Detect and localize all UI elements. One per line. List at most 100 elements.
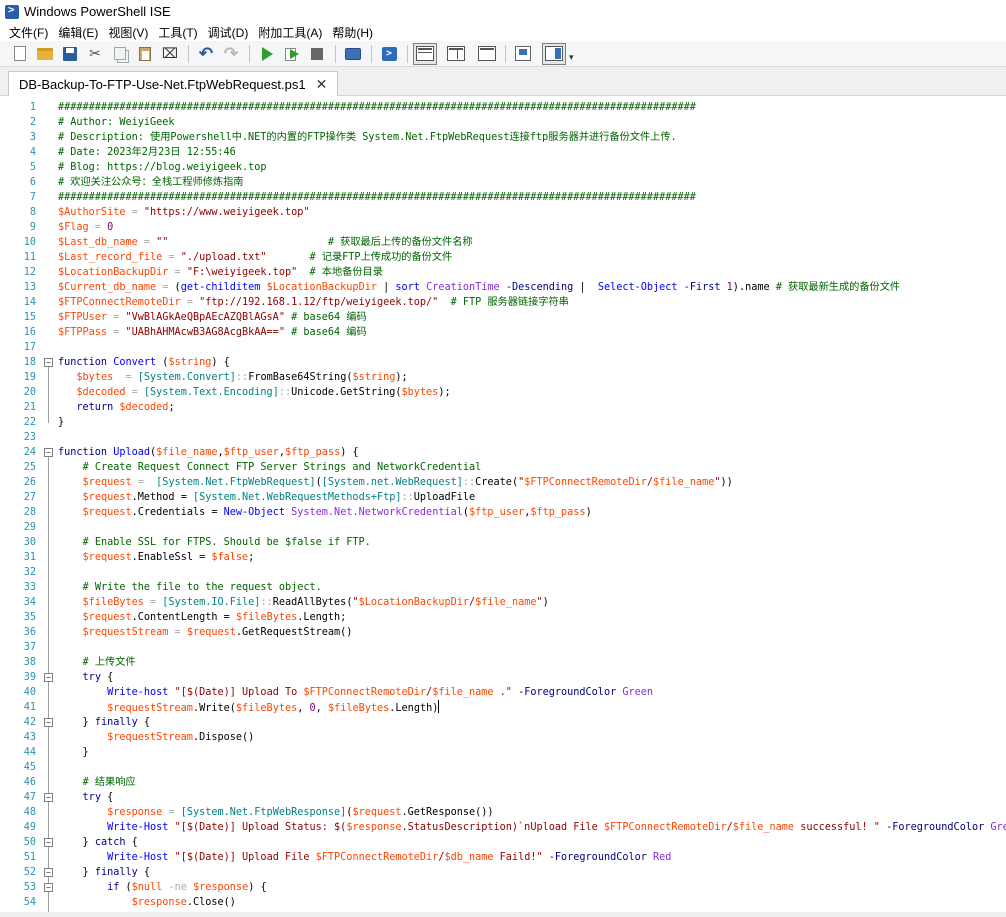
code-token: $AuthorSite [58, 207, 126, 218]
code-line[interactable]: 4 # Date: 2023年2月23日 12:55:46 [0, 145, 1006, 160]
cut-button[interactable]: ✂ [83, 43, 107, 65]
code-line[interactable]: 35 $request.ContentLength = $fileBytes.L… [0, 610, 1006, 625]
menu-edit[interactable]: 编辑(E) [53, 24, 103, 41]
code-line[interactable]: 37 [0, 640, 1006, 655]
code-line[interactable]: 34 $fileBytes = [System.IO.File]::ReadAl… [0, 595, 1006, 610]
save-button[interactable] [58, 43, 82, 65]
fold-toggle-icon[interactable]: − [44, 673, 53, 682]
menu-addons[interactable]: 附加工具(A) [253, 24, 327, 41]
code-line[interactable]: 40 Write-host "[$(Date)] Upload To $FTPC… [0, 685, 1006, 700]
fold-toggle-icon[interactable]: − [44, 358, 53, 367]
code-line[interactable]: 26 $request = [System.Net.FtpWebRequest]… [0, 475, 1006, 490]
code-line[interactable]: 2 # Author: WeiyiGeek [0, 115, 1006, 130]
code-line[interactable]: 47− try { [0, 790, 1006, 805]
undo-button[interactable]: ↶ [194, 43, 218, 65]
code-line[interactable]: 1 #######################################… [0, 100, 1006, 115]
layout-right-button[interactable] [444, 43, 468, 65]
tab-script[interactable]: DB-Backup-To-FTP-Use-Net.FtpWebRequest.p… [8, 71, 339, 97]
copy-button[interactable] [108, 43, 132, 65]
menu-file[interactable]: 文件(F) [4, 24, 53, 41]
code-line[interactable]: 24− function Upload($file_name,$ftp_user,… [0, 445, 1006, 460]
clear-console-button[interactable]: ⌧ [158, 43, 182, 65]
code-line[interactable]: 3 # Description: 使用Powershell中.NET的内置的FTP… [0, 130, 1006, 145]
code-line[interactable]: 22} [0, 415, 1006, 430]
code-line[interactable]: 46 # 结果响应 [0, 775, 1006, 790]
code-line[interactable]: 54 $response.Close() [0, 895, 1006, 910]
code-line[interactable]: 17 [0, 340, 1006, 355]
horizontal-scrollbar[interactable] [0, 912, 1006, 917]
redo-button[interactable]: ↷ [219, 43, 243, 65]
code-line[interactable]: 42− } finally { [0, 715, 1006, 730]
code-line[interactable]: 43 $requestStream.Dispose() [0, 730, 1006, 745]
line-number: 15 [23, 312, 36, 323]
menu-debug[interactable]: 调试(D) [203, 24, 254, 41]
toolbar-overflow-icon[interactable]: ▾ [569, 52, 574, 63]
code-line[interactable]: 32 [0, 565, 1006, 580]
fold-toggle-icon[interactable]: − [44, 868, 53, 877]
code-line[interactable]: 18− function Convert ($string) { [0, 355, 1006, 370]
code-line[interactable]: 52− } finally { [0, 865, 1006, 880]
code-line[interactable]: 12 $LocationBackupDir = "F:\weiyigeek.top… [0, 265, 1006, 280]
code-line[interactable]: 9 $Flag = 0 [0, 220, 1006, 235]
code-line[interactable]: 20 $decoded = [System.Text.Encoding]::Un… [0, 385, 1006, 400]
fold-toggle-icon[interactable]: − [44, 793, 53, 802]
code-line[interactable]: 48 $response = [System.Net.FtpWebRespons… [0, 805, 1006, 820]
show-snippets-button[interactable] [511, 43, 535, 65]
code-line[interactable]: 23 [0, 430, 1006, 445]
menu-view[interactable]: 视图(V) [103, 24, 153, 41]
code-line[interactable]: 21 return $decoded; [0, 400, 1006, 415]
stop-button[interactable] [305, 43, 329, 65]
menu-tools[interactable]: 工具(T) [153, 24, 202, 41]
code-line[interactable]: 51 Write-Host "[$(Date)] Upload File $FT… [0, 850, 1006, 865]
code-token: .StatusDescription)`nUpload File [401, 822, 604, 833]
fold-toggle-icon[interactable]: − [44, 448, 53, 457]
code-line[interactable]: 11 $Last_record_file = "./upload.txt" # 记… [0, 250, 1006, 265]
menu-help[interactable]: 帮助(H) [327, 24, 378, 41]
code-line[interactable]: 29 [0, 520, 1006, 535]
code-line[interactable]: 33 # Write the file to the request objec… [0, 580, 1006, 595]
code-line[interactable]: 19 $bytes = [System.Convert]::FromBase64… [0, 370, 1006, 385]
code-line[interactable]: 31 $request.EnableSsl = $false; [0, 550, 1006, 565]
fold-toggle-icon[interactable]: − [44, 718, 53, 727]
code-line[interactable]: 45 [0, 760, 1006, 775]
layout-maximize-button[interactable] [475, 43, 499, 65]
run-selection-button[interactable] [280, 43, 304, 65]
code-line[interactable]: 28 $request.Credentials = New-Object Sys… [0, 505, 1006, 520]
new-script-button[interactable] [8, 43, 32, 65]
code-line[interactable]: 16 $FTPPass = "UABhAHMAcwB3AG8AcgBkAA==" … [0, 325, 1006, 340]
code-line[interactable]: 8 $AuthorSite = "https://www.weiyigeek.to… [0, 205, 1006, 220]
code-line[interactable]: 5 # Blog: https://blog.weiyigeek.top [0, 160, 1006, 175]
open-button[interactable] [33, 43, 57, 65]
start-powershell-button[interactable]: > [377, 43, 401, 65]
code-line[interactable]: 14 $FTPConnectRemoteDir = "ftp://192.168.… [0, 295, 1006, 310]
paste-button[interactable] [133, 43, 157, 65]
code-line[interactable]: 53− if ($null -ne $response) { [0, 880, 1006, 895]
code-token: .Length; [297, 612, 347, 623]
close-icon[interactable]: ✕ [316, 76, 328, 93]
script-editor[interactable]: 1 #######################################… [0, 96, 1006, 917]
layout-top-button[interactable] [413, 42, 437, 65]
code-line[interactable]: 41 $requestStream.Write($fileBytes, 0, $… [0, 700, 1006, 715]
code-line[interactable]: 49 Write-Host "[$(Date)] Upload Status: … [0, 820, 1006, 835]
fold-toggle-icon[interactable]: − [44, 883, 53, 892]
code-line[interactable]: 44 } [0, 745, 1006, 760]
code-line[interactable]: 39− try { [0, 670, 1006, 685]
code-line[interactable]: 36 $requestStream = $request.GetRequestS… [0, 625, 1006, 640]
code-line[interactable]: 50− } catch { [0, 835, 1006, 850]
new-remote-tab-button[interactable] [341, 43, 365, 65]
code-line[interactable]: 10 $Last_db_name = "" # 获取最后上传的备份文件名称 [0, 235, 1006, 250]
run-script-button[interactable] [255, 43, 279, 65]
code-line[interactable]: 15 $FTPUser = "VwBlAGkAeQBpAEcAZQBlAGsA" … [0, 310, 1006, 325]
code-line[interactable]: 6 # 欢迎关注公众号：全栈工程师修炼指南 [0, 175, 1006, 190]
code-line[interactable]: 13 $Current_db_name = (get-childitem $Loc… [0, 280, 1006, 295]
code-line[interactable]: 25 # Create Request Connect FTP Server S… [0, 460, 1006, 475]
fold-toggle-icon[interactable]: − [44, 838, 53, 847]
show-commands-button[interactable] [542, 42, 566, 65]
code-token: # Write the file to the request object. [82, 582, 322, 593]
code-line[interactable]: 38 # 上传文件 [0, 655, 1006, 670]
code-line[interactable]: 30 # Enable SSL for FTPS. Should be $fal… [0, 535, 1006, 550]
code-line[interactable]: 7 #######################################… [0, 190, 1006, 205]
code-line[interactable]: 27 $request.Method = [System.Net.WebRequ… [0, 490, 1006, 505]
